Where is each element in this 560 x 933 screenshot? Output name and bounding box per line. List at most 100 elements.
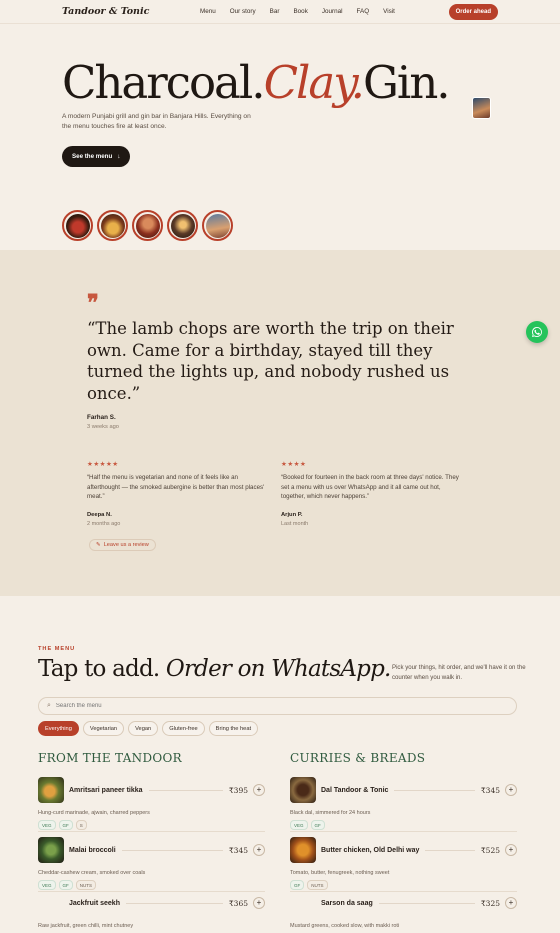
story-avatar[interactable] [132, 210, 163, 241]
story-avatar[interactable] [97, 210, 128, 241]
menu-title-italic: Order on WhatsApp. [165, 656, 391, 682]
search-input[interactable] [55, 703, 456, 709]
nav-link-our-story[interactable]: Our story [230, 8, 256, 15]
top-nav: Tandoor & Tonic Menu Our story Bar Book … [0, 0, 560, 24]
brand-logo[interactable]: Tandoor & Tonic [62, 6, 182, 17]
add-to-order-button[interactable]: + [253, 784, 265, 796]
dotted-leader [425, 849, 475, 851]
dish-description: Cheddar-cashew cream, smoked over coals [38, 870, 146, 876]
tag-nuts: NUTS [307, 880, 328, 890]
add-to-order-button[interactable]: + [505, 897, 517, 909]
arrow-down-icon: ↓ [117, 153, 121, 160]
dish-description: Hung-curd marinade, ajwain, charred pepp… [38, 810, 150, 816]
nav-link-visit[interactable]: Visit [383, 8, 395, 15]
filter-bring-the-heat[interactable]: Bring the heat [208, 721, 259, 736]
menu-title-plain: Tap to add. [38, 656, 160, 682]
order-ahead-button[interactable]: Order ahead [448, 3, 498, 20]
featured-quote: “The lamb chops are worth the trip on th… [87, 319, 454, 403]
review-author: Arjun P. [281, 511, 303, 518]
add-to-order-button[interactable]: + [505, 784, 517, 796]
tag-gf: GF [290, 880, 305, 890]
whatsapp-icon [532, 327, 542, 337]
search-icon: ⌕ [47, 702, 51, 709]
menu-item: Jackfruit seekh ₹365 + Raw jackfruit, gr… [38, 890, 265, 929]
tag-gf: GF [310, 820, 325, 830]
dish-price: ₹345 [228, 845, 248, 855]
dish-description: Tomato, butter, fenugreek, nothing sweet [290, 870, 390, 876]
menu-item: Dal Tandoor & Tonic ₹345 + Black dal, si… [290, 777, 517, 830]
filter-vegan[interactable]: Vegan [128, 721, 159, 736]
dish-name: Jackfruit seekh [69, 899, 120, 907]
dish-tags: VEG GF NUTS [38, 880, 265, 890]
filter-vegetarian[interactable]: Vegetarian [82, 721, 125, 736]
review-date: 2 months ago [87, 520, 121, 527]
leave-review-button[interactable]: ✎ Leave us a review [89, 539, 156, 551]
star-rating: ★★★★ [281, 461, 307, 468]
review-author: Deepa N. [87, 511, 112, 518]
dish-name: Sarson da saag [321, 899, 373, 907]
tag-nuts: NUTS [75, 880, 97, 890]
section-heading-curries: CURRIES & BREADS [290, 751, 426, 765]
testimonial-section [0, 250, 560, 596]
menu-item: Sarson da saag ₹325 + Mustard greens, co… [290, 890, 517, 929]
dish-description: Raw jackfruit, green chilli, mint chutne… [38, 923, 134, 929]
hero-subtitle: A modern Punjabi grill and gin bar in Ba… [62, 113, 251, 130]
review-text: “Half the menu is vegetarian and none of… [87, 474, 265, 500]
menu-title: Tap to add. Order on WhatsApp. [38, 656, 391, 682]
whatsapp-fab[interactable] [526, 321, 548, 343]
dotted-leader [125, 902, 223, 904]
section-heading-tandoor: FROM THE TANDOOR [38, 751, 182, 765]
dish-price: ₹345 [480, 785, 500, 795]
add-to-order-button[interactable]: + [253, 844, 265, 856]
dotted-leader [378, 902, 475, 904]
add-to-order-button[interactable]: + [505, 844, 517, 856]
dish-image [290, 777, 316, 803]
star-rating: ★★★★★ [87, 461, 119, 468]
dish-image [38, 837, 64, 863]
nav-link-faq[interactable]: FAQ [357, 8, 370, 15]
hero-title: Charcoal.Clay.Gin. [62, 56, 451, 109]
leave-review-label: Leave us a review [103, 542, 149, 548]
menu-item: Malai broccoli ₹345 + Cheddar-cashew cre… [38, 837, 265, 890]
tag-gf: GF [58, 880, 73, 890]
tag-veg: VEG [290, 820, 308, 830]
hero-thumbnail-image [472, 97, 491, 119]
nav-link-menu[interactable]: Menu [200, 8, 216, 15]
dotted-leader [394, 789, 475, 791]
quote-author: Farhan S. [87, 414, 116, 421]
dish-description: Mustard greens, cooked slow, with makki … [290, 923, 400, 929]
menu-search: ⌕ [38, 697, 517, 715]
dish-image [38, 777, 64, 803]
filter-everything[interactable]: Everything [38, 721, 79, 736]
menu-item: Amritsari paneer tikka ₹395 + Hung-curd … [38, 777, 265, 830]
dish-price: ₹525 [480, 845, 500, 855]
menu-item: Butter chicken, Old Delhi way ₹525 + Tom… [290, 837, 517, 890]
tag-gf: GF [58, 820, 73, 830]
quote-date: 3 weeks ago [87, 424, 119, 430]
add-to-order-button[interactable]: + [253, 897, 265, 909]
nav-link-book[interactable]: Book [293, 8, 307, 15]
story-avatar[interactable] [62, 210, 93, 241]
row-divider [290, 831, 517, 832]
filter-gluten-free[interactable]: Gluten-free [162, 721, 205, 736]
nav-link-journal[interactable]: Journal [322, 8, 343, 15]
dish-price: ₹325 [480, 898, 500, 908]
menu-eyebrow: THE MENU [38, 646, 76, 652]
story-avatar[interactable] [167, 210, 198, 241]
dish-description: Black dal, simmered for 24 hours [290, 810, 371, 816]
nav-links: Menu Our story Bar Book Journal FAQ Visi… [200, 8, 395, 15]
dish-tags: VEG GF S [38, 820, 265, 830]
filter-chips: Everything Vegetarian Vegan Gluten-free … [38, 721, 259, 736]
row-divider [38, 831, 265, 832]
dotted-leader [148, 789, 223, 791]
see-menu-button[interactable]: See the menu ↓ [62, 146, 131, 167]
story-avatar[interactable] [202, 210, 233, 241]
dish-tags: GF NUTS [290, 880, 517, 890]
quote-icon: ❞ [87, 290, 99, 316]
dish-name: Amritsari paneer tikka [69, 786, 143, 794]
tag-veg: VEG [38, 820, 56, 830]
dish-tags: VEG GF [290, 820, 517, 830]
nav-link-bar[interactable]: Bar [270, 8, 280, 15]
hero-title-accent: Clay. [263, 56, 365, 109]
dish-price: ₹395 [228, 785, 248, 795]
